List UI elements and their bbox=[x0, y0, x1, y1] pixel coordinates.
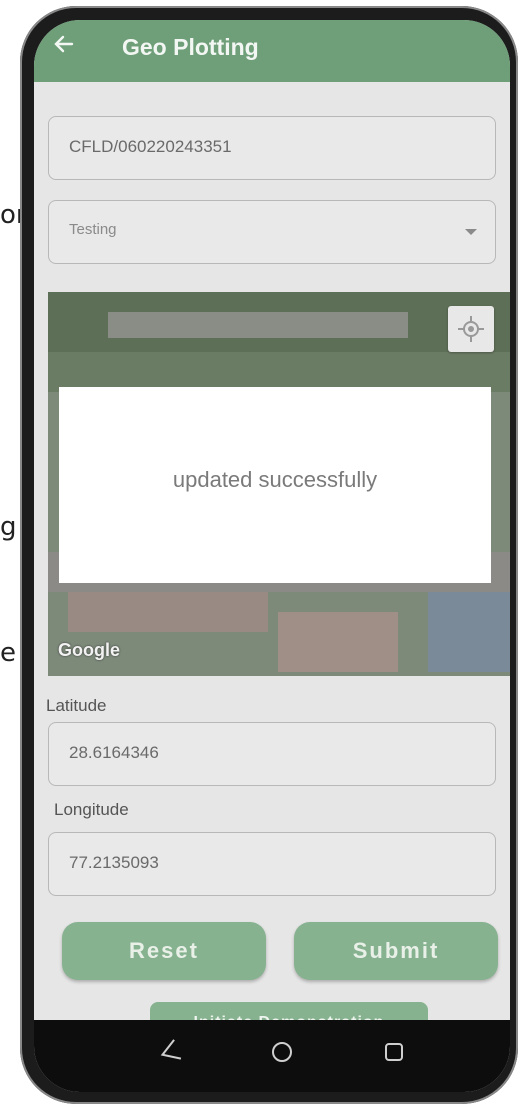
latitude-field[interactable]: 28.6164346 bbox=[48, 722, 496, 786]
clipped-text-g: g bbox=[0, 512, 17, 542]
app-bar: Geo Plotting bbox=[34, 20, 510, 82]
my-location-icon bbox=[458, 316, 484, 342]
main-content: CFLD/060220243351 Testing Google updated… bbox=[34, 82, 510, 1044]
nav-recents-icon[interactable] bbox=[380, 1038, 408, 1066]
submit-button[interactable]: Submit bbox=[294, 922, 498, 980]
toast-message: updated successfully bbox=[172, 467, 378, 492]
toast-message-box: updated successfully bbox=[59, 387, 491, 583]
id-field[interactable]: CFLD/060220243351 bbox=[48, 116, 496, 180]
google-attribution: Google bbox=[58, 640, 120, 660]
clipped-text-e: e bbox=[0, 638, 16, 668]
status-dropdown-value: Testing bbox=[69, 221, 117, 238]
phone-frame: Geo Plotting CFLD/060220243351 Testing G… bbox=[20, 6, 518, 1104]
latitude-label: Latitude bbox=[46, 696, 107, 715]
arrow-left-icon[interactable] bbox=[52, 32, 76, 56]
nav-back-icon[interactable] bbox=[156, 1038, 184, 1066]
my-location-button[interactable] bbox=[448, 306, 494, 352]
longitude-field[interactable]: 77.2135093 bbox=[48, 832, 496, 896]
latitude-value: 28.6164346 bbox=[69, 743, 159, 762]
system-nav-bar bbox=[34, 1020, 510, 1092]
chevron-down-icon bbox=[465, 229, 477, 235]
id-field-value: CFLD/060220243351 bbox=[69, 137, 232, 156]
phone-screen: Geo Plotting CFLD/060220243351 Testing G… bbox=[34, 20, 510, 1092]
status-dropdown[interactable]: Testing bbox=[48, 200, 496, 264]
nav-home-icon[interactable] bbox=[268, 1038, 296, 1066]
longitude-value: 77.2135093 bbox=[69, 853, 159, 872]
page-title: Geo Plotting bbox=[122, 34, 259, 60]
longitude-label: Longitude bbox=[54, 800, 129, 819]
reset-button[interactable]: Reset bbox=[62, 922, 266, 980]
